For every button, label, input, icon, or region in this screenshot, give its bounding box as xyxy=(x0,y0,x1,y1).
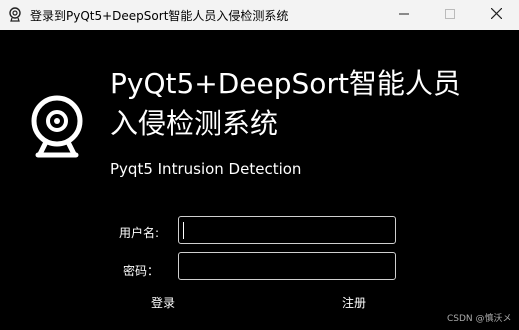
watermark: CSDN @慎沃メ xyxy=(447,314,512,324)
text-caret xyxy=(183,222,184,239)
minimize-button[interactable] xyxy=(381,0,427,30)
page-title-line2: 入侵检测系统 xyxy=(110,107,279,140)
title-bar: 登录到PyQt5+DeepSort智能人员入侵检测系统 xyxy=(0,0,519,30)
page-title-line1: PyQt5+DeepSort智能人员 xyxy=(110,67,461,100)
webcam-icon xyxy=(28,92,86,160)
register-button[interactable]: 注册 xyxy=(342,294,366,311)
close-icon xyxy=(490,7,502,22)
webcam-icon xyxy=(8,7,22,23)
minimize-icon xyxy=(399,8,409,22)
password-label: 密码： xyxy=(123,264,160,278)
close-button[interactable] xyxy=(473,0,519,30)
password-input[interactable] xyxy=(178,252,396,280)
maximize-button[interactable] xyxy=(427,0,473,30)
username-input[interactable] xyxy=(178,216,396,244)
window-title: 登录到PyQt5+DeepSort智能人员入侵检测系统 xyxy=(30,9,289,23)
page-subtitle: Pyqt5 Intrusion Detection xyxy=(110,160,302,178)
username-label: 用户名: xyxy=(119,226,160,240)
maximize-icon xyxy=(445,8,455,22)
login-button[interactable]: 登录 xyxy=(151,294,175,311)
login-panel: PyQt5+DeepSort智能人员 入侵检测系统 Pyqt5 Intrusio… xyxy=(0,30,519,330)
